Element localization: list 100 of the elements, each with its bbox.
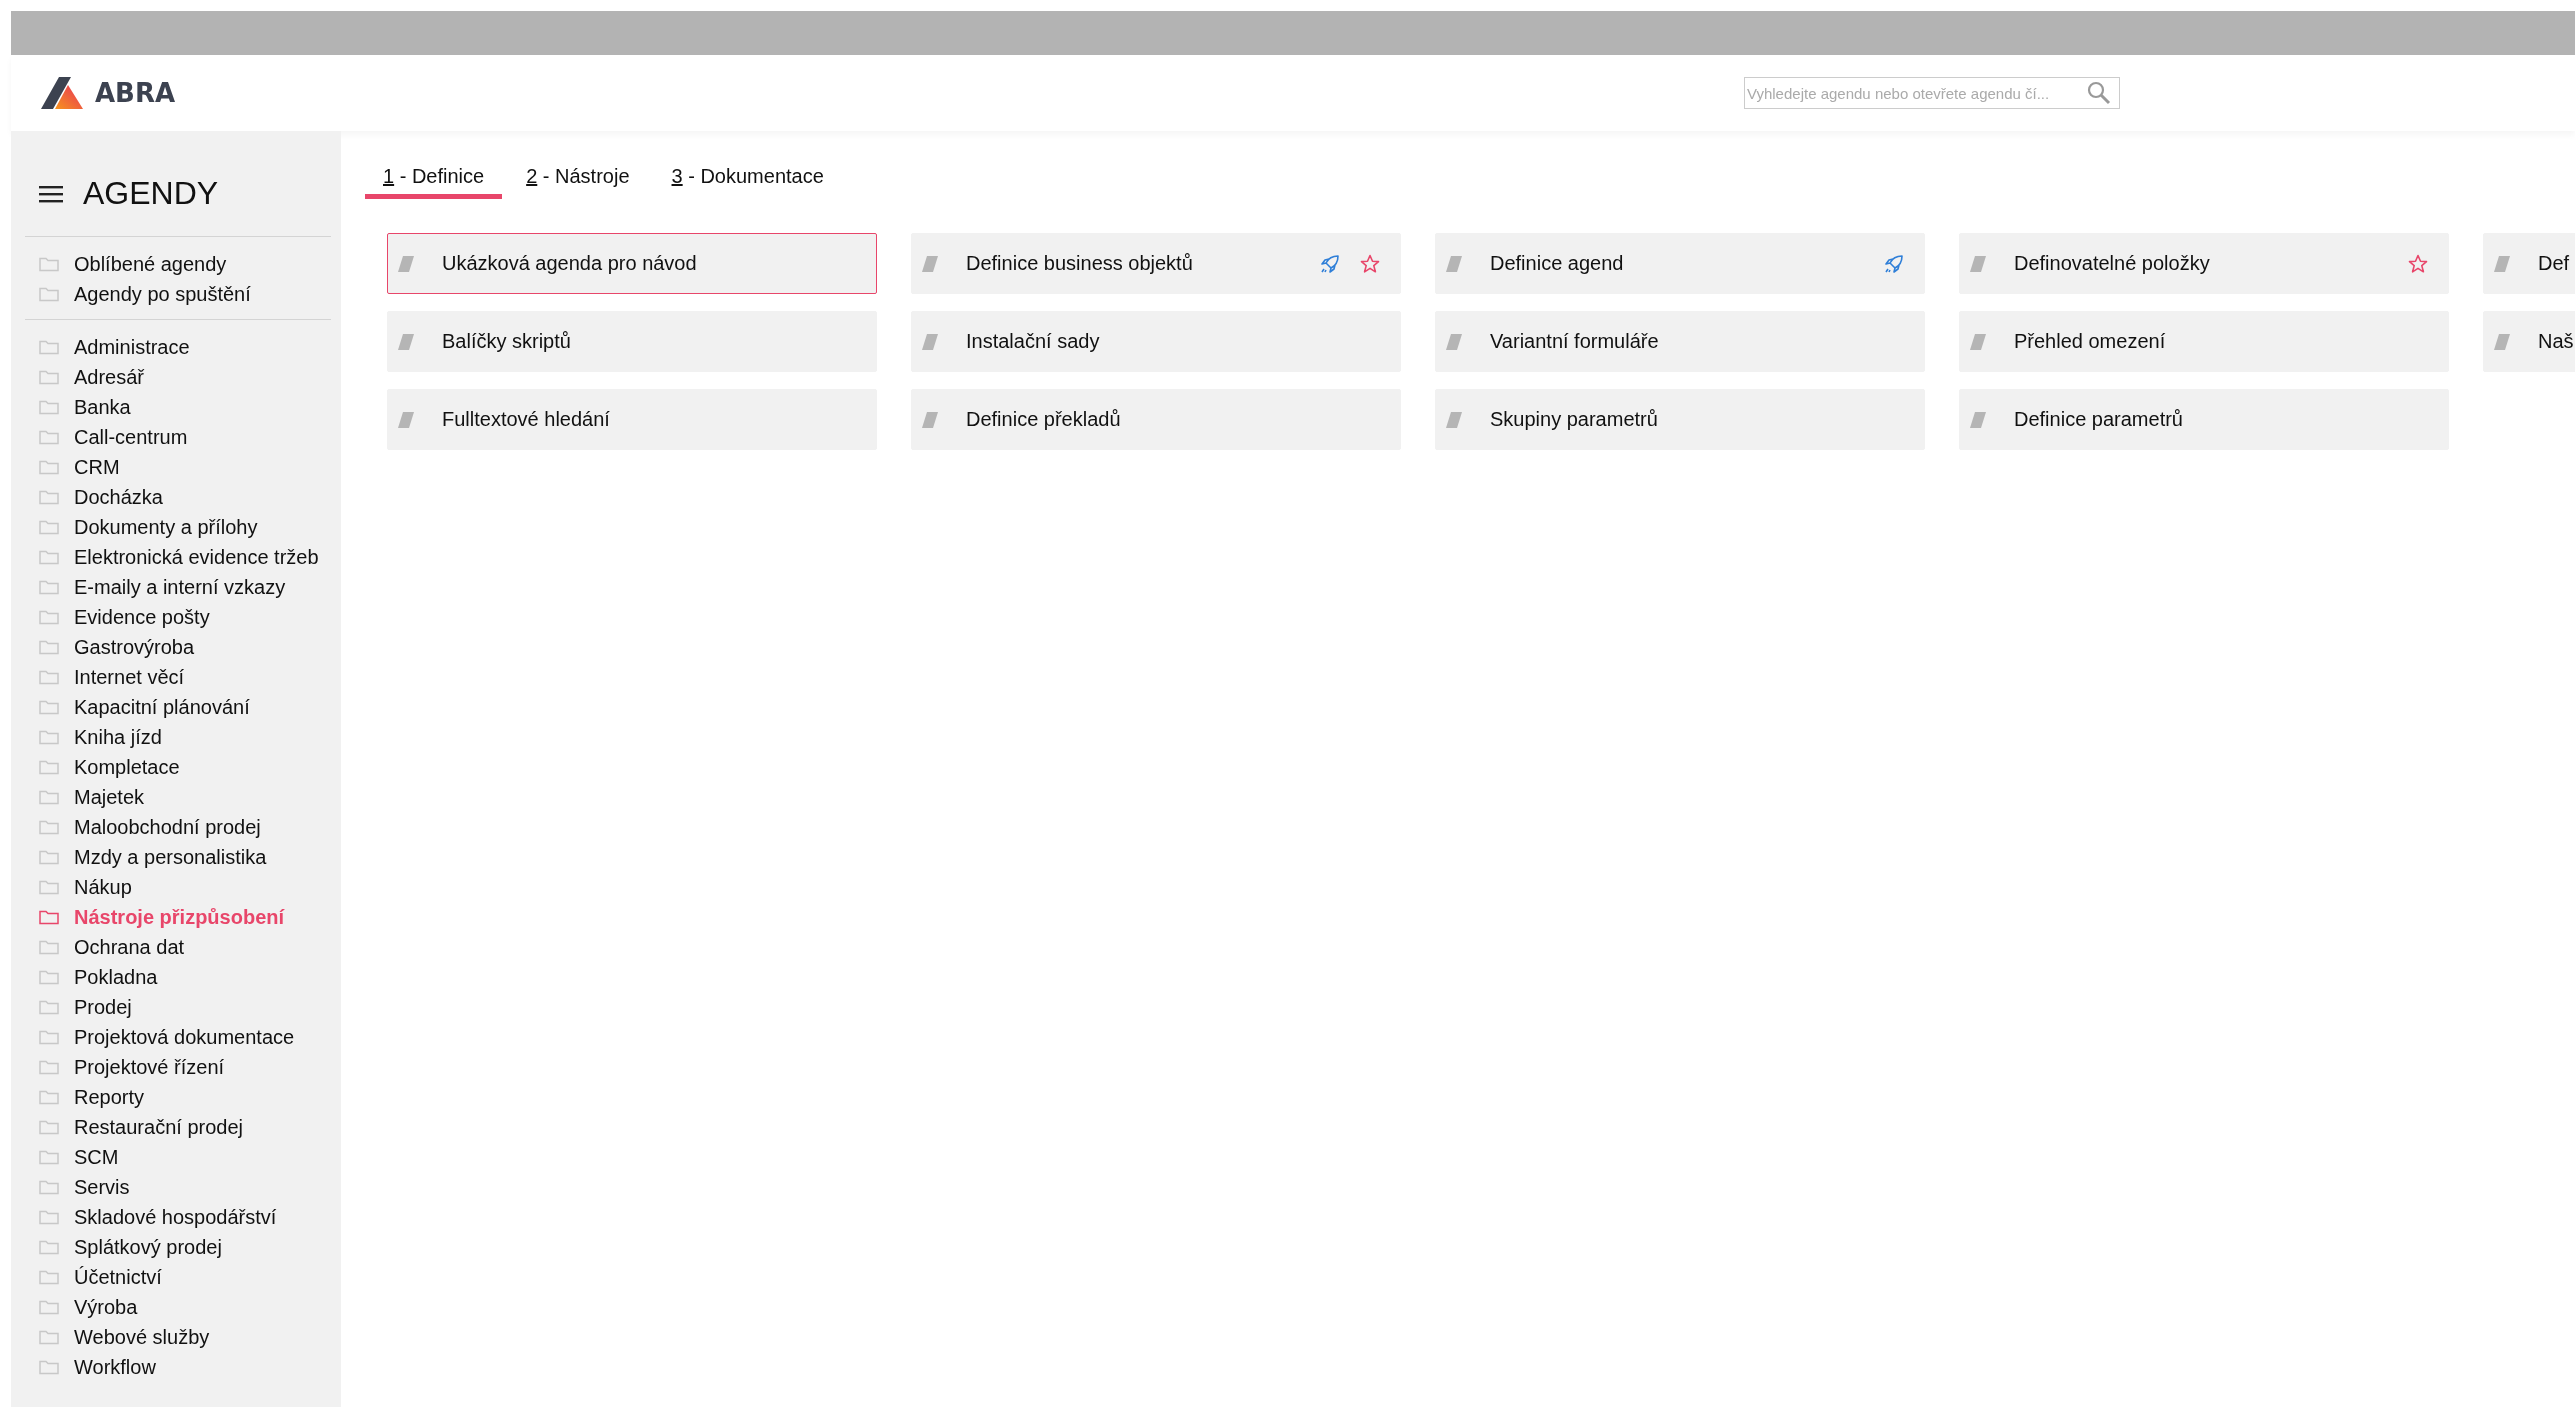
agenda-tile[interactable]: Definovatelné položky [1959, 233, 2449, 294]
sidebar-item[interactable]: Účetnictví [25, 1262, 331, 1292]
agenda-tile[interactable]: Skupiny parametrů [1435, 389, 1925, 450]
sidebar-item[interactable]: Kompletace [25, 752, 331, 782]
folder-icon [39, 1089, 59, 1105]
folder-icon [39, 429, 59, 445]
sidebar-item[interactable]: Výroba [25, 1292, 331, 1322]
sidebar-item[interactable]: Majetek [25, 782, 331, 812]
folder-icon [39, 849, 59, 865]
tile-label: Balíčky skriptů [442, 330, 572, 353]
sidebar-item[interactable]: Internet věcí [25, 662, 331, 692]
tile-label: Definice překladů [966, 408, 1122, 431]
agenda-tile[interactable]: Ukázková agenda pro návod [387, 233, 877, 294]
agenda-tile[interactable]: Naš [2483, 311, 2575, 372]
sidebar-item[interactable]: E-maily a interní vzkazy [25, 572, 331, 602]
folder-icon [39, 1359, 59, 1375]
sidebar-item[interactable]: Projektové řízení [25, 1052, 331, 1082]
sidebar-item[interactable]: Splátkový prodej [25, 1232, 331, 1262]
tile-label: Variantní formuláře [1490, 330, 1660, 353]
sidebar-item[interactable]: Reporty [25, 1082, 331, 1112]
slash-icon [1970, 333, 1986, 350]
sidebar-item[interactable]: Webové služby [25, 1322, 331, 1352]
sidebar-item[interactable]: Banka [25, 392, 331, 422]
folder-icon [39, 399, 59, 415]
folder-icon [39, 819, 59, 835]
tile-label: Instalační sady [966, 330, 1101, 353]
folder-icon [39, 1209, 59, 1225]
sidebar-item[interactable]: Kniha jízd [25, 722, 331, 752]
sidebar-item[interactable]: Ochrana dat [25, 932, 331, 962]
slash-icon [1970, 411, 1986, 428]
agenda-tile[interactable]: Definice agend [1435, 233, 1925, 294]
slash-icon [398, 411, 414, 428]
folder-icon [39, 879, 59, 895]
tile-label: Naš [2538, 330, 2575, 353]
tile-label: Ukázková agenda pro návod [442, 252, 698, 275]
slash-icon [1970, 255, 1986, 272]
tile-label: Definice agend [1490, 252, 1625, 275]
folder-icon [39, 256, 59, 272]
sidebar-item[interactable]: Restaurační prodej [25, 1112, 331, 1142]
tab[interactable]: 3 - Dokumentace [653, 159, 842, 199]
folder-icon [39, 1239, 59, 1255]
folder-icon [39, 969, 59, 985]
menu-icon[interactable] [39, 184, 63, 203]
agenda-tile[interactable]: Balíčky skriptů [387, 311, 877, 372]
tile-label: Definice business objektů [966, 252, 1194, 275]
folder-icon [39, 1269, 59, 1285]
search-field[interactable]: Vyhledejte agendu nebo otevřete agendu čí... [1744, 77, 2120, 109]
sidebar-item[interactable]: CRM [25, 452, 331, 482]
logo-text: ABRA [95, 78, 176, 108]
sidebar-item[interactable]: Servis [25, 1172, 331, 1202]
sidebar-item[interactable]: Prodej [25, 992, 331, 1022]
sidebar-item[interactable]: Adresář [25, 362, 331, 392]
slash-icon [2494, 333, 2510, 350]
tile-label: Přehled omezení [2014, 330, 2167, 353]
sidebar-item[interactable]: Administrace [25, 332, 331, 362]
sidebar-item[interactable]: Dokumenty a přílohy [25, 512, 331, 542]
sidebar-item[interactable]: Evidence pošty [25, 602, 331, 632]
star-icon[interactable] [1360, 253, 1380, 274]
rocket-icon[interactable] [1320, 253, 1340, 274]
folder-icon [39, 489, 59, 505]
sidebar-item[interactable]: SCM [25, 1142, 331, 1172]
sidebar-item[interactable]: Workflow [25, 1352, 331, 1382]
sidebar-item[interactable]: Nákup [25, 872, 331, 902]
agenda-tile[interactable]: Definice business objektů [911, 233, 1401, 294]
agenda-tile[interactable]: Variantní formuláře [1435, 311, 1925, 372]
sidebar-item[interactable]: Skladové hospodářství [25, 1202, 331, 1232]
sidebar-item[interactable]: Kapacitní plánování [25, 692, 331, 722]
tab[interactable]: 1 - Definice [365, 159, 503, 199]
slash-icon [2494, 255, 2510, 272]
agenda-tile[interactable]: Fulltextové hledání [387, 389, 877, 450]
sidebar-item[interactable]: Pokladna [25, 962, 331, 992]
sidebar-item[interactable]: Agendy po spuštění [25, 279, 331, 309]
sidebar-item[interactable]: Call-centrum [25, 422, 331, 452]
folder-icon [39, 1119, 59, 1135]
slash-icon [1446, 255, 1462, 272]
sidebar-item[interactable]: Projektová dokumentace [25, 1022, 331, 1052]
agenda-tile[interactable]: Definice parametrů [1959, 389, 2449, 450]
sidebar-item[interactable]: Oblíbené agendy [25, 249, 331, 279]
folder-icon [39, 789, 59, 805]
folder-icon [39, 909, 59, 925]
folder-icon [39, 549, 59, 565]
agenda-tile[interactable]: Def [2483, 233, 2575, 294]
folder-icon [39, 1179, 59, 1195]
folder-icon [39, 339, 59, 355]
sidebar-item[interactable]: Elektronická evidence tržeb [25, 542, 331, 572]
sidebar-item[interactable]: Mzdy a personalistika [25, 842, 331, 872]
rocket-icon[interactable] [1884, 253, 1904, 274]
sidebar-item[interactable]: Maloobchodní prodej [25, 812, 331, 842]
folder-icon [39, 1059, 59, 1075]
folder-icon [39, 639, 59, 655]
star-icon[interactable] [2408, 253, 2428, 274]
agenda-tile[interactable]: Definice překladů [911, 389, 1401, 450]
folder-icon [39, 519, 59, 535]
sidebar-item[interactable]: Docházka [25, 482, 331, 512]
tab[interactable]: 2 - Nástroje [508, 159, 648, 199]
sidebar-item[interactable]: Gastrovýroba [25, 632, 331, 662]
slash-icon [1446, 411, 1462, 428]
agenda-tile[interactable]: Přehled omezení [1959, 311, 2449, 372]
agenda-tile[interactable]: Instalační sady [911, 311, 1401, 372]
folder-icon [39, 729, 59, 745]
